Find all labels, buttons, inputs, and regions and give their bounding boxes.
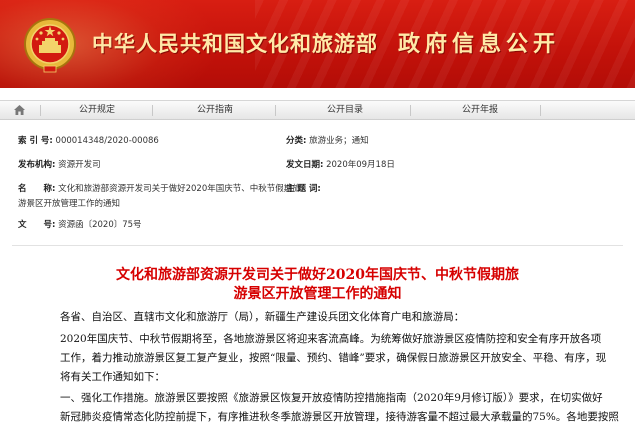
meta-index-label: 索 引 号: <box>18 136 53 146</box>
nav-separator <box>152 105 153 116</box>
meta-name-value-line1: 文化和旅游部资源开发司关于做好2020年国庆节、中秋节假期旅 <box>58 184 301 194</box>
meta-issuer-row: 发布机构: 资源开发司 <box>18 158 101 170</box>
meta-theme-label: 主 题 词: <box>286 184 321 194</box>
meta-date-row: 发文日期: 2020年09月18日 <box>286 158 395 170</box>
article-paragraph: 2020年国庆节、中秋节假期将至，各地旅游景区将迎来客流高峰。为统筹做好旅游景区… <box>60 333 602 345</box>
meta-docno-row: 文 号: 资源函〔2020〕75号 <box>18 218 142 230</box>
meta-date-value: 2020年09月18日 <box>326 160 395 170</box>
meta-index-row: 索 引 号: 000014348/2020-00086 <box>18 134 159 146</box>
article-title-line1: 文化和旅游部资源开发司关于做好2020年国庆节、中秋节假期旅 <box>116 267 519 283</box>
article-paragraph: 一、强化工作措施。旅游景区要按照《旅游景区恢复开放疫情防控措施指南（2020年9… <box>60 392 603 404</box>
article-paragraph: 将有关工作通知如下： <box>60 371 165 383</box>
nav-separator <box>275 105 276 116</box>
meta-name-value-line2: 游景区开放管理工作的通知 <box>18 199 121 209</box>
meta-issuer-value: 资源开发司 <box>58 160 101 170</box>
meta-date-label: 发文日期: <box>286 160 324 170</box>
meta-name-row-2: 游景区开放管理工作的通知 <box>18 197 120 209</box>
national-emblem-icon <box>24 18 76 73</box>
site-title[interactable]: 中华人民共和国文化和旅游部 <box>92 28 378 58</box>
meta-category-row: 分类: 旅游业务；通知 <box>286 134 369 146</box>
article-paragraph: 新冠肺炎疫情常态化防控前提下，有序推进秋冬季旅游景区开放管理，接待游客量不超过最… <box>60 411 619 422</box>
meta-docno-value: 资源函〔2020〕75号 <box>58 220 142 230</box>
site-subtitle: 政府信息公开 <box>398 31 561 57</box>
meta-docno-label: 文 号: <box>18 220 56 230</box>
meta-index-value: 000014348/2020-00086 <box>55 136 159 146</box>
nav-separator <box>40 105 41 116</box>
meta-issuer-label: 发布机构: <box>18 160 56 170</box>
nav-item-guide[interactable]: 公开指南 <box>180 101 250 119</box>
meta-name-row: 名 称: 文化和旅游部资源开发司关于做好2020年国庆节、中秋节假期旅 <box>18 182 301 194</box>
article-title-line2: 游景区开放管理工作的通知 <box>233 286 402 302</box>
article-paragraph: 各省、自治区、直辖市文化和旅游厅（局），新疆生产建设兵团文化体育广电和旅游局： <box>60 311 465 323</box>
meta-category-value: 旅游业务；通知 <box>309 136 369 146</box>
top-nav: 公开规定 公开指南 公开目录 公开年报 <box>0 100 635 120</box>
meta-category-label: 分类: <box>286 136 307 146</box>
nav-separator <box>540 105 541 116</box>
nav-item-rules[interactable]: 公开规定 <box>62 101 132 119</box>
nav-item-catalog[interactable]: 公开目录 <box>310 101 380 119</box>
nav-item-annual-report[interactable]: 公开年报 <box>445 101 515 119</box>
home-icon[interactable] <box>14 105 25 115</box>
nav-separator <box>410 105 411 116</box>
site-banner: 中华人民共和国文化和旅游部 政府信息公开 <box>0 0 635 88</box>
meta-theme-row: 主 题 词: <box>286 182 321 194</box>
article-paragraph: 工作，着力推动旅游景区复工复产复业，按照“限量、预约、错峰”要求，确保假日旅游景… <box>60 352 607 364</box>
meta-name-label: 名 称: <box>18 184 56 194</box>
section-divider <box>12 245 623 246</box>
